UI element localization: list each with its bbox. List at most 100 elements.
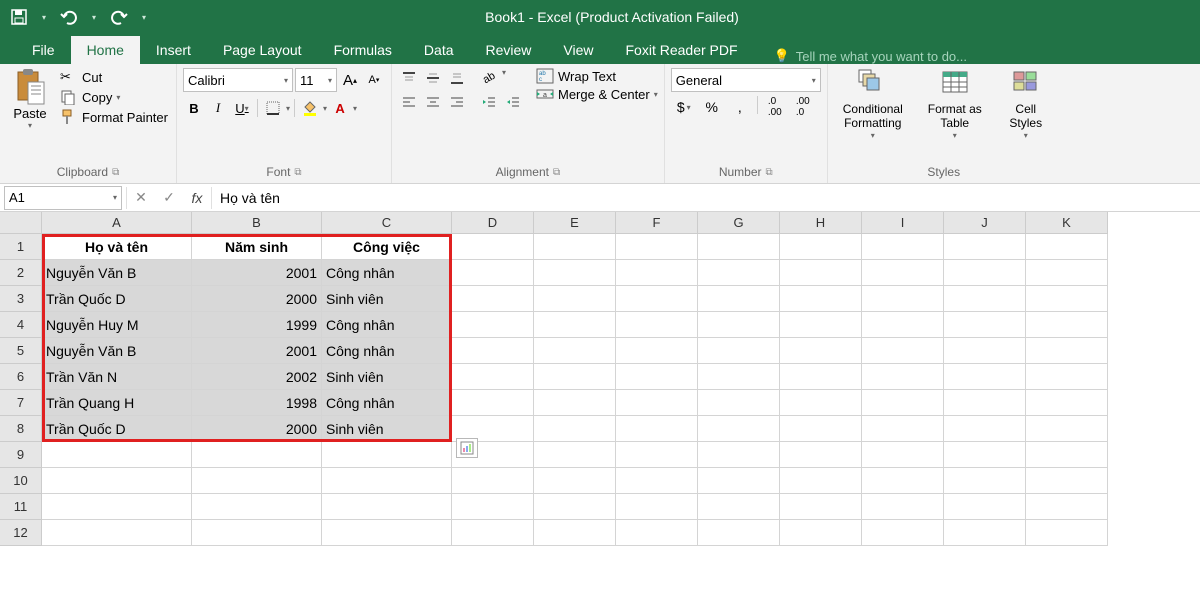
font-size-selector[interactable]: 11▾ [295,68,337,92]
cell[interactable] [1026,494,1108,520]
cell[interactable]: Nguyễn Huy M [42,312,192,338]
cell[interactable] [780,338,862,364]
row-header[interactable]: 4 [0,312,42,338]
column-header[interactable]: C [322,212,452,234]
cell[interactable] [780,234,862,260]
cell[interactable]: Sinh viên [322,286,452,312]
cell[interactable]: Sinh viên [322,364,452,390]
row-header[interactable]: 12 [0,520,42,546]
cell[interactable]: 2001 [192,260,322,286]
paste-button[interactable]: Paste ▾ [6,68,54,163]
cell[interactable] [322,468,452,494]
row-header[interactable]: 1 [0,234,42,260]
tab-page-layout[interactable]: Page Layout [207,36,318,64]
decrease-font-icon[interactable]: A▾ [363,68,385,92]
cell[interactable] [862,260,944,286]
cell[interactable] [452,312,534,338]
align-middle-icon[interactable] [422,68,444,88]
formula-input[interactable]: Họ và tên [212,190,1200,206]
tell-me-search[interactable]: 💡 Tell me what you want to do... [774,48,967,64]
cell[interactable] [534,286,616,312]
undo-icon[interactable] [56,4,82,30]
tab-home[interactable]: Home [71,36,140,64]
cell[interactable] [322,442,452,468]
wrap-text-button[interactable]: abc Wrap Text [536,68,658,84]
cell[interactable] [452,286,534,312]
column-header[interactable]: B [192,212,322,234]
cell[interactable] [452,494,534,520]
undo-dropdown[interactable]: ▾ [88,13,100,22]
cell[interactable] [42,442,192,468]
column-header[interactable]: J [944,212,1026,234]
cell[interactable] [192,442,322,468]
cell[interactable] [780,520,862,546]
comma-format-button[interactable]: , [727,96,753,118]
cell[interactable] [1026,312,1108,338]
cell[interactable] [862,416,944,442]
cell[interactable] [616,234,698,260]
cell[interactable] [534,312,616,338]
cell[interactable] [862,390,944,416]
font-dialog-launcher[interactable]: ⧉ [294,167,301,178]
cell[interactable] [1026,416,1108,442]
cell[interactable] [780,442,862,468]
row-header[interactable]: 2 [0,260,42,286]
fill-color-button[interactable] [299,96,321,120]
tab-view[interactable]: View [547,36,609,64]
cell[interactable] [1026,442,1108,468]
cell[interactable] [1026,260,1108,286]
cell[interactable]: 1998 [192,390,322,416]
cell[interactable] [698,416,780,442]
row-header[interactable]: 8 [0,416,42,442]
row-header[interactable]: 11 [0,494,42,520]
underline-button[interactable]: U▾ [231,101,253,116]
save-icon[interactable] [6,4,32,30]
cell[interactable]: 1999 [192,312,322,338]
cell[interactable] [534,234,616,260]
cell[interactable]: 2000 [192,286,322,312]
redo-dropdown[interactable]: ▾ [138,13,150,22]
row-header[interactable]: 9 [0,442,42,468]
column-header[interactable]: D [452,212,534,234]
cell[interactable] [616,260,698,286]
cell[interactable] [616,416,698,442]
redo-icon[interactable] [106,4,132,30]
row-header[interactable]: 5 [0,338,42,364]
cell[interactable] [192,494,322,520]
cell[interactable] [1026,364,1108,390]
increase-decimal-icon[interactable]: .0.00 [762,96,788,118]
align-top-icon[interactable] [398,68,420,88]
cells-area[interactable]: Họ và tênNăm sinhCông việcNguyễn Văn B20… [42,234,1108,546]
align-bottom-icon[interactable] [446,68,468,88]
increase-font-icon[interactable]: A▴ [339,68,361,92]
cell[interactable] [322,520,452,546]
cell[interactable] [944,520,1026,546]
cell[interactable] [862,286,944,312]
cell[interactable] [616,494,698,520]
decrease-indent-icon[interactable] [478,92,500,112]
format-painter-button[interactable]: Format Painter [58,108,170,126]
column-header[interactable]: I [862,212,944,234]
cell[interactable] [698,338,780,364]
number-dialog-launcher[interactable]: ⧉ [766,167,773,178]
cell[interactable] [616,442,698,468]
cell[interactable] [534,468,616,494]
cell[interactable]: Công nhân [322,390,452,416]
cell[interactable] [780,468,862,494]
alignment-dialog-launcher[interactable]: ⧉ [553,167,560,178]
italic-button[interactable]: I [207,100,229,116]
cell[interactable] [452,468,534,494]
fill-color-dropdown-icon[interactable]: ▾ [323,104,327,113]
cell[interactable]: Trần Quốc D [42,416,192,442]
row-header[interactable]: 6 [0,364,42,390]
cell[interactable]: Công nhân [322,338,452,364]
cell[interactable] [534,390,616,416]
cell[interactable] [862,234,944,260]
cell[interactable] [534,442,616,468]
tab-foxit[interactable]: Foxit Reader PDF [610,36,754,64]
increase-indent-icon[interactable] [502,92,524,112]
bold-button[interactable]: B [183,101,205,116]
cell[interactable] [616,338,698,364]
cell[interactable] [452,390,534,416]
tab-insert[interactable]: Insert [140,36,207,64]
